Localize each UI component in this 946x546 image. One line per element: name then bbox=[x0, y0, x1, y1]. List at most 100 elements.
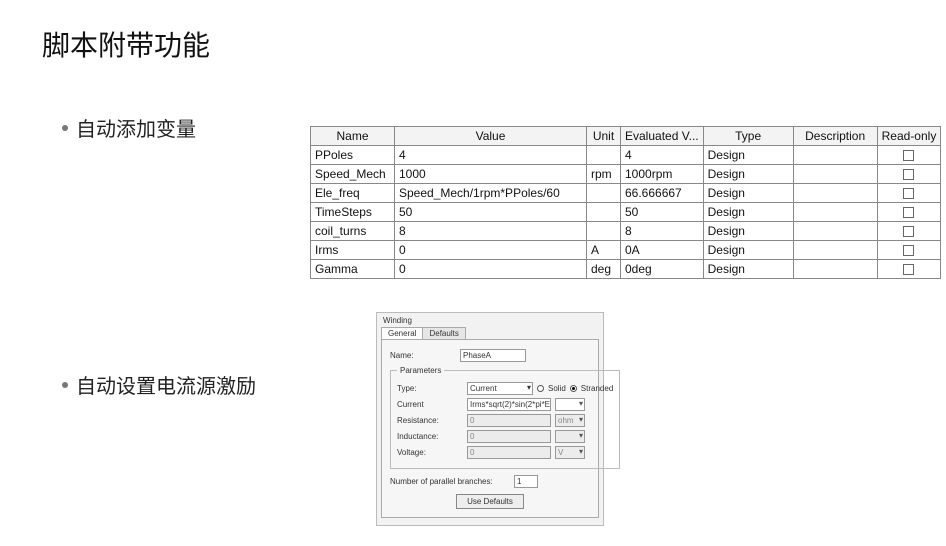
parameters-legend: Parameters bbox=[397, 366, 444, 375]
type-combo[interactable]: Current bbox=[467, 382, 533, 395]
dialog-caption: Winding bbox=[377, 313, 603, 327]
cell-name[interactable]: PPoles bbox=[311, 146, 395, 165]
cell-eval[interactable]: 1000rpm bbox=[621, 165, 704, 184]
cell-type[interactable]: Design bbox=[703, 203, 793, 222]
readonly-checkbox[interactable] bbox=[903, 150, 914, 161]
cell-name[interactable]: Ele_freq bbox=[311, 184, 395, 203]
cell-unit[interactable] bbox=[587, 146, 621, 165]
col-header-evaluated[interactable]: Evaluated V... bbox=[621, 127, 704, 146]
cell-type[interactable]: Design bbox=[703, 260, 793, 279]
winding-dialog: Winding General Defaults Name: PhaseA Pa… bbox=[376, 312, 604, 526]
cell-desc[interactable] bbox=[793, 241, 877, 260]
table-row[interactable]: coil_turns88Design bbox=[311, 222, 941, 241]
cell-desc[interactable] bbox=[793, 146, 877, 165]
readonly-checkbox[interactable] bbox=[903, 226, 914, 237]
col-header-description[interactable]: Description bbox=[793, 127, 877, 146]
cell-readonly[interactable] bbox=[877, 260, 941, 279]
cell-value[interactable]: 8 bbox=[395, 222, 587, 241]
tab-bar: General Defaults bbox=[377, 327, 603, 339]
cell-name[interactable]: coil_turns bbox=[311, 222, 395, 241]
table-row[interactable]: Ele_freqSpeed_Mech/1rpm*PPoles/60 66.6666… bbox=[311, 184, 941, 203]
cell-name[interactable]: Irms bbox=[311, 241, 395, 260]
cell-desc[interactable] bbox=[793, 260, 877, 279]
col-header-type[interactable]: Type bbox=[703, 127, 793, 146]
label-solid: Solid bbox=[548, 384, 566, 393]
cell-name[interactable]: TimeSteps bbox=[311, 203, 395, 222]
cell-eval[interactable]: 0deg bbox=[621, 260, 704, 279]
table-row[interactable]: TimeSteps5050Design bbox=[311, 203, 941, 222]
cell-unit[interactable] bbox=[587, 184, 621, 203]
cell-eval[interactable]: 0A bbox=[621, 241, 704, 260]
readonly-checkbox[interactable] bbox=[903, 169, 914, 180]
cell-value[interactable]: Speed_Mech/1rpm*PPoles/60 bbox=[395, 184, 587, 203]
parameters-group: Parameters Type: Current Solid Stranded … bbox=[390, 366, 620, 469]
cell-name[interactable]: Speed_Mech bbox=[311, 165, 395, 184]
radio-solid[interactable] bbox=[537, 385, 544, 392]
readonly-checkbox[interactable] bbox=[903, 207, 914, 218]
cell-desc[interactable] bbox=[793, 184, 877, 203]
cell-unit[interactable]: rpm bbox=[587, 165, 621, 184]
cell-readonly[interactable] bbox=[877, 203, 941, 222]
cell-name[interactable]: Gamma bbox=[311, 260, 395, 279]
cell-unit[interactable] bbox=[587, 222, 621, 241]
cell-unit[interactable] bbox=[587, 203, 621, 222]
label-stranded: Stranded bbox=[581, 384, 613, 393]
cell-readonly[interactable] bbox=[877, 146, 941, 165]
col-header-readonly[interactable]: Read-only bbox=[877, 127, 941, 146]
cell-value[interactable]: 1000 bbox=[395, 165, 587, 184]
cell-value[interactable]: 0 bbox=[395, 241, 587, 260]
cell-type[interactable]: Design bbox=[703, 241, 793, 260]
current-input[interactable]: Irms*sqrt(2)*sin(2*pi*Ele_fr bbox=[467, 398, 551, 411]
readonly-checkbox[interactable] bbox=[903, 264, 914, 275]
cell-eval[interactable]: 8 bbox=[621, 222, 704, 241]
variables-table[interactable]: Name Value Unit Evaluated V... Type Desc… bbox=[310, 126, 941, 279]
tab-general[interactable]: General bbox=[381, 327, 423, 339]
bullet-auto-add-variables: 自动添加变量 bbox=[62, 113, 196, 142]
name-input[interactable]: PhaseA bbox=[460, 349, 526, 362]
bullet-dot-icon bbox=[62, 382, 68, 388]
cell-unit[interactable]: A bbox=[587, 241, 621, 260]
cell-value[interactable]: 0 bbox=[395, 260, 587, 279]
cell-readonly[interactable] bbox=[877, 165, 941, 184]
branches-input[interactable]: 1 bbox=[514, 475, 538, 488]
resistance-input: 0 bbox=[467, 414, 551, 427]
voltage-unit-combo: V bbox=[555, 446, 585, 459]
cell-desc[interactable] bbox=[793, 222, 877, 241]
cell-type[interactable]: Design bbox=[703, 165, 793, 184]
table-body: PPoles44DesignSpeed_Mech1000rpm1000rpmDe… bbox=[311, 146, 941, 279]
table-header-row: Name Value Unit Evaluated V... Type Desc… bbox=[311, 127, 941, 146]
cell-type[interactable]: Design bbox=[703, 146, 793, 165]
col-header-value[interactable]: Value bbox=[395, 127, 587, 146]
table-row[interactable]: Speed_Mech1000rpm1000rpmDesign bbox=[311, 165, 941, 184]
cell-unit[interactable]: deg bbox=[587, 260, 621, 279]
bullet-label: 自动设置电流源激励 bbox=[76, 370, 256, 399]
cell-eval[interactable]: 50 bbox=[621, 203, 704, 222]
cell-readonly[interactable] bbox=[877, 241, 941, 260]
readonly-checkbox[interactable] bbox=[903, 245, 914, 256]
radio-stranded[interactable] bbox=[570, 385, 577, 392]
cell-desc[interactable] bbox=[793, 203, 877, 222]
current-unit-combo[interactable] bbox=[555, 398, 585, 411]
table-row[interactable]: PPoles44Design bbox=[311, 146, 941, 165]
cell-desc[interactable] bbox=[793, 165, 877, 184]
voltage-input: 0 bbox=[467, 446, 551, 459]
label-type: Type: bbox=[397, 384, 463, 393]
col-header-name[interactable]: Name bbox=[311, 127, 395, 146]
tab-defaults[interactable]: Defaults bbox=[422, 327, 465, 339]
label-current: Current bbox=[397, 400, 463, 409]
cell-eval[interactable]: 66.666667 bbox=[621, 184, 704, 203]
cell-readonly[interactable] bbox=[877, 222, 941, 241]
cell-type[interactable]: Design bbox=[703, 222, 793, 241]
table-row[interactable]: Gamma0deg0degDesign bbox=[311, 260, 941, 279]
use-defaults-button[interactable]: Use Defaults bbox=[456, 494, 524, 509]
table-row[interactable]: Irms0A0ADesign bbox=[311, 241, 941, 260]
bullet-auto-current-source: 自动设置电流源激励 bbox=[62, 370, 256, 399]
cell-value[interactable]: 50 bbox=[395, 203, 587, 222]
cell-eval[interactable]: 4 bbox=[621, 146, 704, 165]
cell-readonly[interactable] bbox=[877, 184, 941, 203]
readonly-checkbox[interactable] bbox=[903, 188, 914, 199]
col-header-unit[interactable]: Unit bbox=[587, 127, 621, 146]
label-inductance: Inductance: bbox=[397, 432, 463, 441]
cell-type[interactable]: Design bbox=[703, 184, 793, 203]
cell-value[interactable]: 4 bbox=[395, 146, 587, 165]
